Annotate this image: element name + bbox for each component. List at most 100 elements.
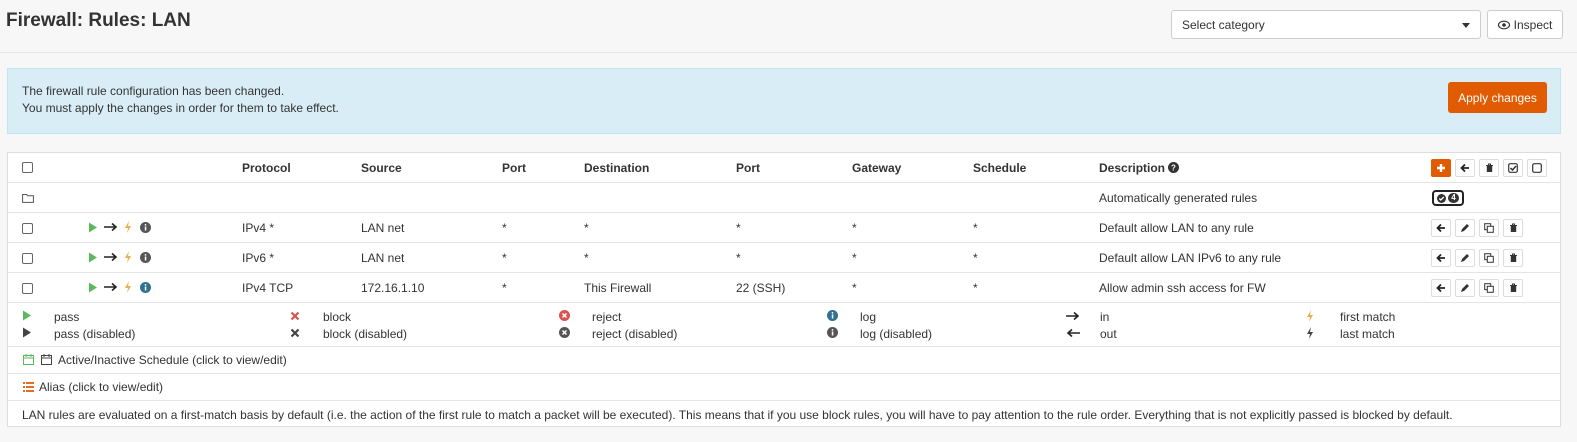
arrow-left-icon [1066, 328, 1080, 338]
bolt-icon [125, 221, 131, 233]
col-schedule: Schedule [973, 161, 1027, 175]
trash-icon [1509, 253, 1517, 262]
rule-destination: * [584, 251, 589, 265]
svg-text:?: ? [1171, 164, 1176, 173]
schedule-info-text[interactable]: Active/Inactive Schedule (click to view/… [58, 353, 287, 367]
legend-first-match: first match [1340, 310, 1396, 324]
copy-icon [1484, 223, 1494, 233]
info-circle-icon [827, 310, 838, 321]
auto-rules-count: 4 [1448, 193, 1459, 203]
rule-protocol: IPv6 * [242, 251, 275, 265]
auto-rules-label: Automatically generated rules [1099, 191, 1258, 205]
rule-schedule: * [973, 281, 978, 295]
legend-block: block [323, 310, 352, 324]
category-select[interactable]: Select category [1171, 10, 1481, 39]
times-circle-icon [559, 310, 570, 321]
add-rule-bottom-button[interactable] [1455, 159, 1475, 177]
col-description-label: Description [1099, 161, 1166, 175]
arrow-left-icon [1436, 253, 1445, 263]
edit-rule-button[interactable] [1455, 249, 1475, 267]
pass-icon[interactable] [88, 282, 98, 293]
schedule-info-row: Active/Inactive Schedule (click to view/… [8, 346, 1560, 373]
arrow-left-icon [1436, 223, 1445, 233]
changes-alert: The firewall rule configuration has been… [7, 68, 1561, 134]
apply-changes-button[interactable]: Apply changes [1448, 82, 1547, 113]
toggle-selected-button[interactable] [1503, 159, 1523, 177]
rule-row[interactable]: IPv4 TCP 172.16.1.10 * This Firewall 22 … [8, 273, 1560, 303]
copy-icon [1484, 253, 1494, 263]
question-circle-icon[interactable]: ? [1168, 162, 1180, 173]
rule-description: Default allow LAN IPv6 to any rule [1099, 251, 1282, 265]
legend-pass-disabled: pass (disabled) [54, 327, 136, 341]
rule-checkbox[interactable] [22, 283, 33, 294]
col-source: Source [361, 161, 402, 175]
move-rule-button[interactable] [1431, 279, 1451, 297]
rule-schedule: * [973, 251, 978, 265]
rule-destination: * [584, 221, 589, 235]
select-all-checkbox[interactable] [22, 162, 33, 173]
pass-icon [23, 310, 31, 321]
legend-log: log [860, 310, 877, 324]
rule-checkbox[interactable] [22, 253, 33, 264]
folder-icon [22, 194, 34, 203]
move-rule-button[interactable] [1431, 219, 1451, 237]
arrow-right-icon [104, 252, 118, 262]
square-icon [1532, 163, 1542, 173]
add-rule-button[interactable] [1431, 159, 1451, 177]
rule-row[interactable]: IPv6 * LAN net * * * * * Default allow L… [8, 243, 1560, 273]
auto-rules-badge[interactable]: 4 [1432, 190, 1464, 206]
copy-rule-button[interactable] [1479, 279, 1499, 297]
calendar-icon [23, 354, 34, 365]
edit-rule-button[interactable] [1455, 279, 1475, 297]
rule-gateway: * [852, 281, 857, 295]
times-circle-disabled-icon [559, 327, 570, 338]
inspect-label: Inspect [1513, 17, 1553, 32]
category-select-label: Select category [1182, 18, 1265, 32]
rules-panel: Protocol Source Port Destination Port Ga… [7, 152, 1561, 427]
rule-dest-port: 22 (SSH) [736, 281, 786, 295]
pencil-icon [1461, 254, 1469, 262]
alias-info-text[interactable]: Alias (click to view/edit) [39, 380, 163, 394]
arrow-left-icon [1436, 283, 1445, 293]
select-none-button[interactable] [1527, 159, 1547, 177]
rule-description: Default allow LAN to any rule [1099, 221, 1254, 235]
rule-protocol: IPv4 TCP [242, 281, 294, 295]
info-circle-icon[interactable] [140, 282, 151, 293]
bolt-icon [125, 281, 131, 293]
legend-block-disabled: block (disabled) [323, 327, 408, 341]
arrow-right-icon [1066, 311, 1080, 321]
pass-icon[interactable] [88, 222, 98, 233]
info-circle-disabled-icon [827, 327, 838, 338]
rule-port: * [502, 281, 507, 295]
copy-rule-button[interactable] [1479, 249, 1499, 267]
eye-icon [1497, 20, 1510, 29]
page-header: Firewall: Rules: LAN Select category Ins… [0, 0, 1577, 53]
rule-gateway: * [852, 251, 857, 265]
check-square-icon [1508, 163, 1518, 173]
delete-selected-button[interactable] [1479, 159, 1499, 177]
col-destination: Destination [584, 161, 650, 175]
auto-rules-row[interactable]: Automatically generated rules 4 [8, 183, 1560, 213]
rule-row[interactable]: IPv4 * LAN net * * * * * Default allow L… [8, 213, 1560, 243]
rule-gateway: * [852, 221, 857, 235]
copy-rule-button[interactable] [1479, 219, 1499, 237]
delete-rule-button[interactable] [1503, 249, 1523, 267]
inspect-button[interactable]: Inspect [1487, 10, 1563, 39]
legend-out: out [1100, 327, 1117, 341]
legend-pass: pass [54, 310, 80, 324]
list-icon [23, 382, 34, 392]
move-rule-button[interactable] [1431, 249, 1451, 267]
legend-last-match: last match [1340, 327, 1395, 341]
info-circle-icon[interactable] [140, 222, 151, 233]
delete-rule-button[interactable] [1503, 279, 1523, 297]
rules-note-row: LAN rules are evaluated on a first-match… [8, 400, 1560, 427]
rule-destination: This Firewall [584, 281, 652, 295]
info-circle-icon[interactable] [140, 252, 151, 263]
arrow-right-icon [104, 282, 118, 292]
col-dest-port: Port [736, 161, 760, 175]
pass-icon[interactable] [88, 252, 98, 263]
edit-rule-button[interactable] [1455, 219, 1475, 237]
delete-rule-button[interactable] [1503, 219, 1523, 237]
rule-checkbox[interactable] [22, 223, 33, 234]
alert-line-2: You must apply the changes in order for … [22, 101, 339, 115]
